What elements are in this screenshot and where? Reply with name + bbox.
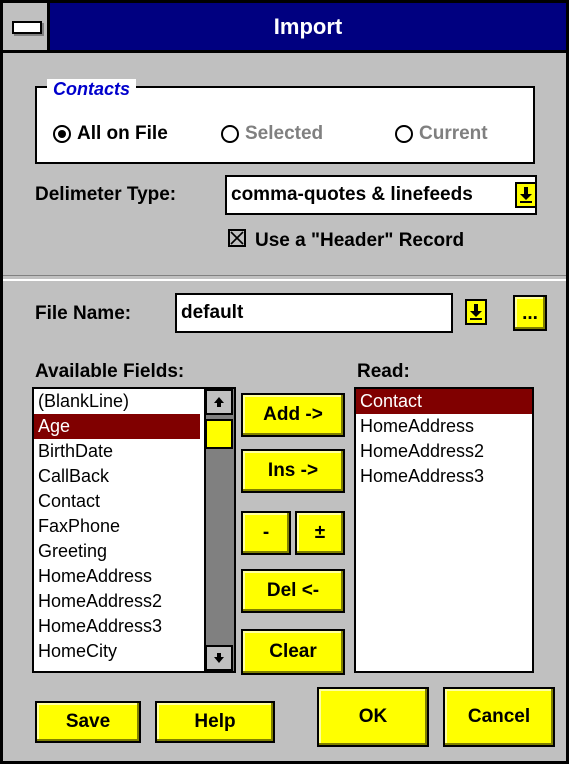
list-item[interactable]: (BlankLine)	[34, 389, 200, 414]
delimiter-select[interactable]: comma-quotes & linefeeds	[225, 175, 537, 215]
system-menu-icon[interactable]	[3, 3, 50, 50]
radio-selected-icon	[53, 125, 71, 143]
divider	[3, 275, 566, 281]
list-item[interactable]: BirthDate	[34, 439, 200, 464]
ins-button[interactable]: Ins ->	[241, 449, 345, 493]
header-record-label: Use a "Header" Record	[255, 230, 465, 251]
cancel-button[interactable]: Cancel	[443, 687, 555, 747]
browse-button[interactable]: ...	[513, 295, 547, 331]
read-label: Read:	[357, 361, 410, 382]
radio-all-on-file-label: All on File	[77, 123, 168, 144]
minus-button[interactable]: -	[241, 511, 291, 555]
radio-empty-icon	[395, 125, 413, 143]
available-fields-list[interactable]: (BlankLine) Age BirthDate CallBack Contact Fa…	[32, 387, 236, 673]
help-button[interactable]: Help	[155, 701, 275, 743]
list-item[interactable]: Greeting	[34, 539, 200, 564]
list-item[interactable]: CallBack	[34, 464, 200, 489]
add-button[interactable]: Add ->	[241, 393, 345, 437]
scroll-thumb[interactable]	[205, 419, 233, 449]
clear-button[interactable]: Clear	[241, 629, 345, 675]
header-record-checkbox[interactable]	[228, 229, 246, 247]
plusminus-button[interactable]: ±	[295, 511, 345, 555]
delimiter-label: Delimeter Type:	[35, 184, 177, 205]
list-item[interactable]: HomeAddress3	[34, 614, 200, 639]
save-button[interactable]: Save	[35, 701, 141, 743]
import-dialog: Import Contacts All on File Selected Cur…	[0, 0, 569, 764]
scroll-down-icon[interactable]	[205, 645, 233, 671]
window-title: Import	[273, 14, 343, 39]
list-item[interactable]: HomeAddress3	[356, 464, 532, 489]
list-item[interactable]: HomeAddress2	[356, 439, 532, 464]
del-button[interactable]: Del <-	[241, 569, 345, 613]
file-name-input[interactable]: default	[175, 293, 453, 333]
available-fields-label: Available Fields:	[35, 361, 185, 382]
radio-selected[interactable]: Selected	[221, 121, 323, 147]
file-dropdown-icon[interactable]	[465, 299, 487, 325]
list-item[interactable]: Contact	[34, 489, 200, 514]
list-item[interactable]: HomeCity	[34, 639, 200, 664]
ok-button[interactable]: OK	[317, 687, 429, 747]
file-name-label: File Name:	[35, 303, 132, 324]
radio-selected-label: Selected	[245, 123, 324, 144]
contacts-group-label: Contacts	[47, 79, 137, 99]
radio-current[interactable]: Current	[395, 121, 488, 147]
delimiter-dropdown-icon[interactable]	[515, 182, 537, 208]
radio-all-on-file[interactable]: All on File	[53, 121, 168, 147]
list-item[interactable]: HomeAddress2	[34, 589, 200, 614]
radio-current-label: Current	[419, 123, 488, 144]
radio-empty-icon	[221, 125, 239, 143]
list-item[interactable]: FaxPhone	[34, 514, 200, 539]
read-list[interactable]: Contact HomeAddress HomeAddress2 HomeAddres…	[354, 387, 534, 673]
list-item[interactable]: HomeAddress	[356, 414, 532, 439]
scroll-up-icon[interactable]	[205, 389, 233, 415]
list-item[interactable]: HomeAddress	[34, 564, 200, 589]
list-item[interactable]: Age	[34, 414, 200, 439]
list-item[interactable]: Contact	[356, 389, 532, 414]
title-bar: Import	[3, 3, 566, 53]
